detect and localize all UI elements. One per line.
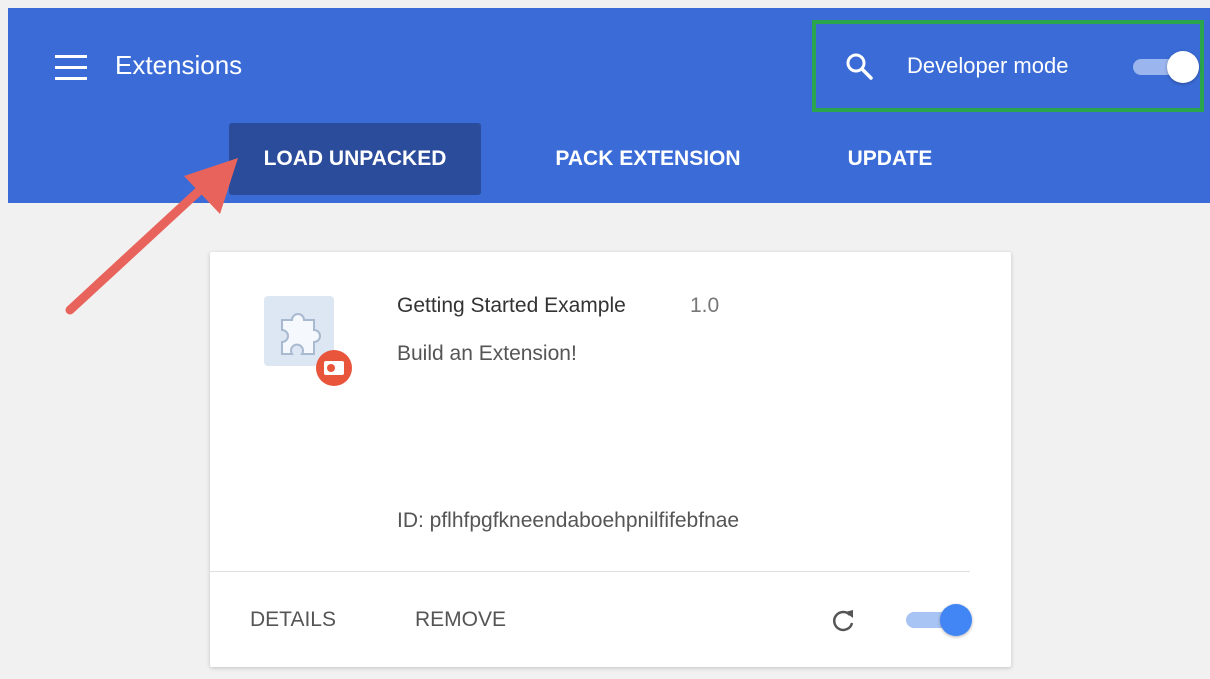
details-button[interactable]: DETAILS (250, 608, 336, 632)
extension-description: Build an Extension! (397, 342, 577, 365)
toggle-thumb (940, 604, 972, 636)
reload-icon[interactable] (828, 606, 858, 636)
page-title: Extensions (115, 50, 243, 80)
extension-card: Getting Started Example 1.0 Build an Ext… (210, 252, 1011, 667)
card-divider (210, 571, 970, 572)
extension-version: 1.0 (690, 294, 720, 317)
search-icon[interactable] (845, 52, 873, 80)
pack-extension-button[interactable]: PACK EXTENSION (522, 123, 774, 195)
developer-mode-toggle[interactable] (1133, 51, 1199, 83)
extension-name: Getting Started Example (397, 294, 626, 317)
toggle-thumb (1167, 51, 1199, 83)
update-button[interactable]: UPDATE (820, 123, 960, 195)
extension-id: ID: pflhfpgfkneendaboehpnilfifebfnae (397, 509, 740, 532)
load-unpacked-button[interactable]: LOAD UNPACKED (229, 123, 481, 195)
unpacked-badge-icon (316, 350, 352, 386)
extensions-page: Extensions Developer mode LOAD UNPACKED … (0, 0, 1210, 679)
extension-enable-toggle[interactable] (906, 604, 972, 636)
remove-button[interactable]: REMOVE (415, 608, 506, 632)
puzzle-piece-icon (264, 296, 352, 386)
developer-mode-label: Developer mode (907, 53, 1069, 78)
hamburger-menu-icon[interactable] (55, 55, 87, 81)
